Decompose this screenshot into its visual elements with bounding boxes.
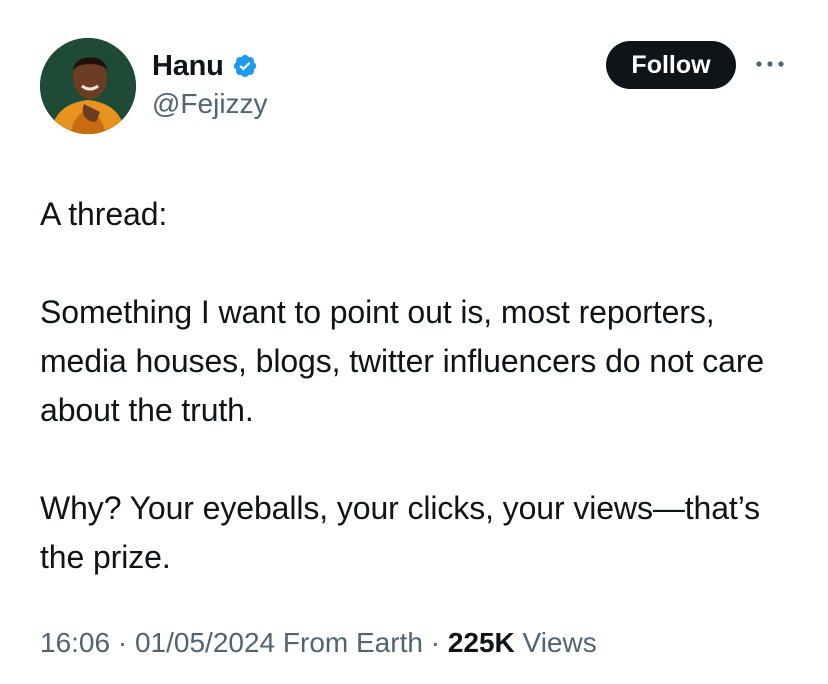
tweet-card: Hanu @Fejizzy Follow A thread: Something… [0, 0, 828, 684]
tweet-paragraph: A thread: [40, 196, 168, 232]
tweet-paragraph: Why? Your eyeballs, your clicks, your vi… [40, 490, 761, 575]
avatar-image [40, 38, 136, 134]
meta-separator: · [110, 627, 135, 658]
display-name[interactable]: Hanu [152, 50, 224, 83]
tweet-text: A thread: Something I want to point out … [40, 190, 800, 582]
tweet-source: From Earth [282, 627, 423, 658]
tweet-meta: 16:06 · 01/05/2024 From Earth · 225K Vie… [40, 627, 597, 659]
author-info: Hanu @Fejizzy [152, 48, 268, 120]
meta-separator: · [422, 627, 448, 658]
name-row: Hanu [152, 48, 268, 84]
more-options-icon[interactable] [752, 52, 788, 76]
tweet-paragraph: Something I want to point out is, most r… [40, 294, 765, 428]
tweet-date[interactable]: 01/05/2024 [135, 627, 275, 658]
verified-badge-icon[interactable] [232, 53, 258, 79]
follow-button[interactable]: Follow [606, 41, 736, 89]
avatar[interactable] [40, 38, 136, 134]
user-handle[interactable]: @Fejizzy [152, 88, 268, 120]
tweet-time[interactable]: 16:06 [40, 627, 110, 658]
tweet-header: Hanu @Fejizzy Follow [40, 38, 790, 138]
views-count[interactable]: 225K [448, 627, 515, 658]
views-label[interactable]: Views [523, 627, 597, 658]
